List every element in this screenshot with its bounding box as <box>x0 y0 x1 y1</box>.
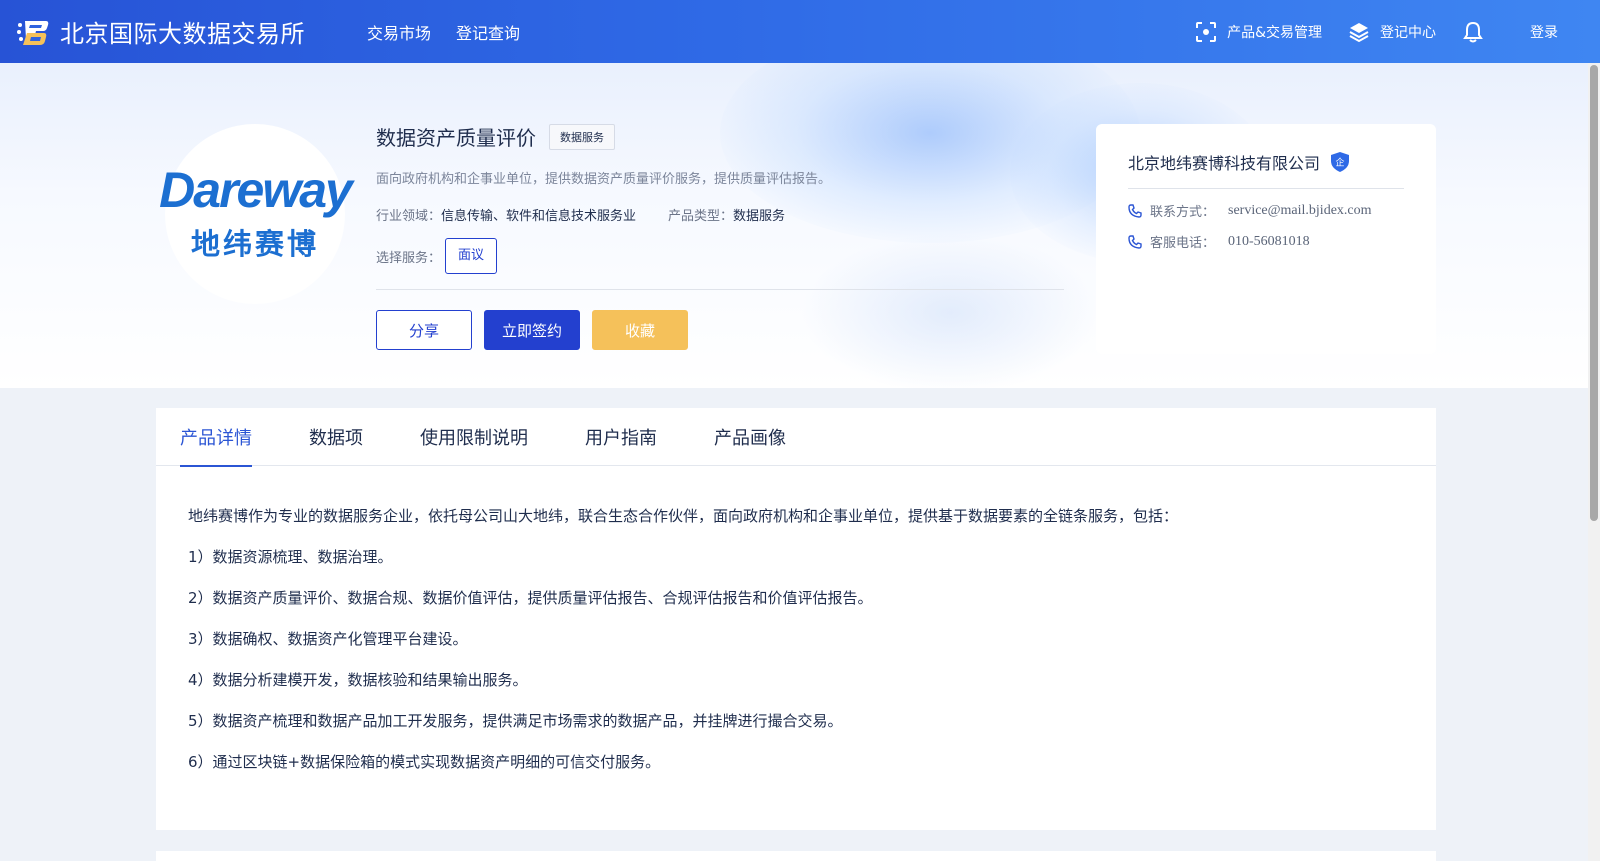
phone-label: 客服电话： <box>1150 236 1216 251</box>
scrollbar-thumb[interactable] <box>1590 65 1598 521</box>
next-section-edge <box>156 851 1436 861</box>
detail-tabs: 产品详情 数据项 使用限制说明 用户指南 产品画像 <box>156 408 1436 467</box>
nav-registry-query[interactable]: 登记查询 <box>456 20 520 44</box>
contact-row: 联系方式： service@mail.bjidex.com <box>1128 201 1404 220</box>
page-scrollbar[interactable] <box>1588 63 1600 861</box>
industry-label: 行业领域： <box>376 209 442 224</box>
scan-frame-icon <box>1196 21 1217 42</box>
product-type-tag: 数据服务 <box>549 123 615 150</box>
site-title: 北京国际大数据交易所 <box>60 20 305 48</box>
layers-icon <box>1349 22 1369 42</box>
notifications-button[interactable] <box>1462 20 1494 44</box>
register-center-link[interactable]: 登记中心 <box>1348 21 1436 43</box>
main-nav: 交易市场 登记查询 <box>367 20 545 44</box>
product-meta: 行业领域： 信息传输、软件和信息技术服务业 产品类型： 数据服务 <box>376 205 1064 224</box>
company-name[interactable]: 北京地纬赛博科技有限公司 <box>1128 150 1320 174</box>
bigdata-exchange-logo-icon <box>16 15 50 49</box>
enterprise-verified-icon: 企 <box>1330 151 1350 173</box>
company-card: 北京地纬赛博科技有限公司 企 联系方式： service@mail.bjidex… <box>1096 124 1436 354</box>
tab-usage-restrictions[interactable]: 使用限制说明 <box>420 408 528 466</box>
detail-paragraph: 地纬赛博作为专业的数据服务企业，依托母公司山大地纬，联合生态合作伙伴，面向政府机… <box>188 507 1179 525</box>
product-type-value: 数据服务 <box>733 209 786 224</box>
detail-paragraph: 6）通过区块链+数据保险箱的模式实现数据资产明细的可信交付服务。 <box>188 753 661 771</box>
contact-label: 联系方式： <box>1150 205 1216 220</box>
tab-product-details[interactable]: 产品详情 <box>180 408 252 467</box>
product-type-label: 产品类型： <box>668 209 734 224</box>
tab-product-profile[interactable]: 产品画像 <box>714 408 786 466</box>
product-detail-content: 地纬赛博作为专业的数据服务企业，依托母公司山大地纬，联合生态合作伙伴，面向政府机… <box>156 466 1436 772</box>
service-selector: 选择服务： 面议 <box>376 238 1064 274</box>
product-logo: Dareway 地纬赛博 <box>159 124 353 304</box>
detail-paragraph: 2）数据资产质量评价、数据合规、数据价值评估，提供质量评估报告、合规评估报告和价… <box>188 589 873 607</box>
dareway-logo-text: Dareway <box>159 162 353 218</box>
top-navbar: 北京国际大数据交易所 交易市场 登记查询 产品&交易管理 登记中心 登录 <box>0 0 1600 63</box>
product-trade-management-label: 产品&交易管理 <box>1227 24 1322 41</box>
share-button[interactable]: 分享 <box>376 310 472 350</box>
sign-now-button[interactable]: 立即签约 <box>484 310 580 350</box>
detail-paragraph: 1）数据资源梳理、数据治理。 <box>188 548 393 566</box>
product-description: 面向政府机构和企事业单位，提供数据资产质量评价服务，提供质量评估报告。 <box>376 172 832 187</box>
phone-row: 客服电话： 010-56081018 <box>1128 232 1404 251</box>
bell-icon <box>1463 21 1483 42</box>
product-actions: 分享 立即签约 收藏 <box>376 310 1064 350</box>
enterprise-badge-text: 企 <box>1336 157 1345 169</box>
product-trade-management-link[interactable]: 产品&交易管理 <box>1195 21 1322 43</box>
favorite-button[interactable]: 收藏 <box>592 310 688 350</box>
product-detail-panel: 产品详情 数据项 使用限制说明 用户指南 产品画像 地纬赛博作为专业的数据服务企… <box>156 408 1436 830</box>
site-logo[interactable]: 北京国际大数据交易所 <box>16 14 305 49</box>
login-link[interactable]: 登录 <box>1530 22 1558 42</box>
detail-paragraph: 3）数据确权、数据资产化管理平台建设。 <box>188 630 468 648</box>
detail-paragraph: 5）数据资产梳理和数据产品加工开发服务，提供满足市场需求的数据产品，并挂牌进行撮… <box>188 712 843 730</box>
contact-email[interactable]: service@mail.bjidex.com <box>1228 203 1372 219</box>
service-option-negotiable[interactable]: 面议 <box>445 238 498 274</box>
tab-data-items[interactable]: 数据项 <box>309 408 363 466</box>
dareway-logo-cn-text: 地纬赛博 <box>190 227 319 261</box>
service-label: 选择服务： <box>376 250 442 266</box>
phone-number: 010-56081018 <box>1228 233 1310 249</box>
divider <box>376 289 1064 290</box>
product-info: 数据资产质量评价 数据服务 面向政府机构和企事业单位，提供数据资产质量评价服务，… <box>376 122 1064 350</box>
product-title: 数据资产质量评价 <box>376 126 536 150</box>
detail-paragraph: 4）数据分析建模开发，数据核验和结果输出服务。 <box>188 671 528 689</box>
tab-user-guide[interactable]: 用户指南 <box>585 408 657 466</box>
register-center-label: 登记中心 <box>1380 24 1436 41</box>
nav-trading-market[interactable]: 交易市场 <box>367 20 431 44</box>
phone-icon <box>1128 234 1142 249</box>
phone-icon <box>1128 203 1142 218</box>
industry-value: 信息传输、软件和信息技术服务业 <box>441 209 637 224</box>
header-actions: 产品&交易管理 登记中心 登录 <box>1169 20 1558 44</box>
